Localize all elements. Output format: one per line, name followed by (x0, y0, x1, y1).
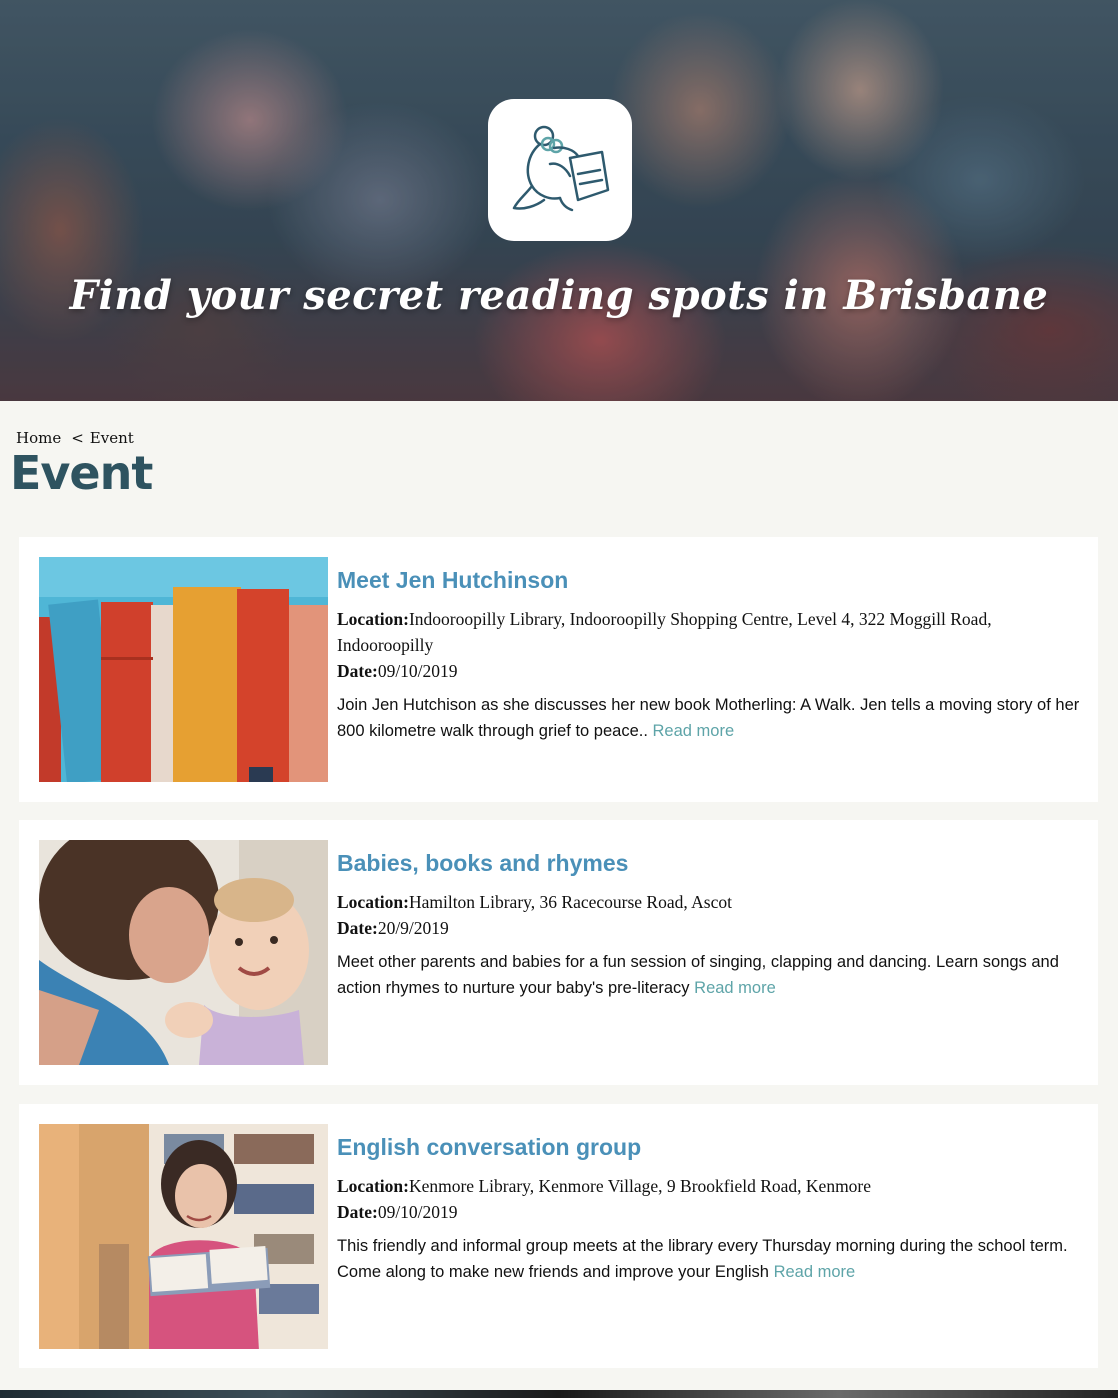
breadcrumb-current: Event (89, 429, 134, 447)
event-card: Meet Jen Hutchinson Location:Indooroopil… (19, 537, 1098, 802)
event-description: Join Jen Hutchison as she discusses her … (337, 692, 1088, 744)
event-date: Date:09/10/2019 (337, 1199, 1088, 1225)
event-title[interactable]: English conversation group (337, 1134, 1088, 1161)
location-value: Indooroopilly Library, Indooroopilly Sho… (337, 609, 992, 655)
location-value: Hamilton Library, 36 Racecourse Road, As… (408, 892, 732, 912)
read-more-link[interactable]: Read more (694, 979, 776, 997)
platypus-reading-icon (512, 125, 610, 212)
breadcrumb-home-link[interactable]: Home (16, 429, 61, 447)
event-details: Babies, books and rhymes Location:Hamilt… (337, 850, 1088, 1001)
event-title[interactable]: Babies, books and rhymes (337, 850, 1088, 877)
page-title: Event (10, 446, 153, 500)
event-description: Meet other parents and babies for a fun … (337, 949, 1088, 1001)
date-value: 09/10/2019 (377, 661, 458, 681)
date-label: Date: (337, 661, 378, 681)
event-location: Location:Indooroopilly Library, Indooroo… (337, 606, 1088, 658)
description-text: This friendly and informal group meets a… (337, 1237, 1068, 1281)
location-label: Location: (337, 1176, 409, 1196)
event-description: This friendly and informal group meets a… (337, 1233, 1088, 1285)
hero-banner: Find your secret reading spots in Brisba… (0, 0, 1118, 401)
event-date: Date:09/10/2019 (337, 658, 1088, 684)
event-image-library-reader[interactable] (39, 1124, 328, 1349)
read-more-link[interactable]: Read more (774, 1263, 856, 1281)
date-label: Date: (337, 918, 378, 938)
location-value: Kenmore Library, Kenmore Village, 9 Broo… (408, 1176, 872, 1196)
breadcrumb-separator: < (71, 429, 84, 447)
location-label: Location: (337, 892, 409, 912)
footer-image-edge (0, 1390, 1118, 1398)
event-image-mother-baby[interactable] (39, 840, 328, 1065)
date-label: Date: (337, 1202, 378, 1222)
event-card: Babies, books and rhymes Location:Hamilt… (19, 820, 1098, 1085)
breadcrumb: Home < Event (16, 429, 134, 447)
event-date: Date:20/9/2019 (337, 915, 1088, 941)
event-image-books[interactable] (39, 557, 328, 782)
read-more-link[interactable]: Read more (653, 722, 735, 740)
event-card: English conversation group Location:Kenm… (19, 1104, 1098, 1368)
date-value: 20/9/2019 (377, 918, 449, 938)
event-location: Location:Hamilton Library, 36 Racecourse… (337, 889, 1088, 915)
event-details: Meet Jen Hutchinson Location:Indooroopil… (337, 567, 1088, 744)
hero-tagline: Find your secret reading spots in Brisba… (69, 272, 1049, 319)
site-logo[interactable] (488, 99, 632, 241)
event-location: Location:Kenmore Library, Kenmore Villag… (337, 1173, 1088, 1199)
event-details: English conversation group Location:Kenm… (337, 1134, 1088, 1285)
date-value: 09/10/2019 (377, 1202, 458, 1222)
location-label: Location: (337, 609, 409, 629)
event-title[interactable]: Meet Jen Hutchinson (337, 567, 1088, 594)
